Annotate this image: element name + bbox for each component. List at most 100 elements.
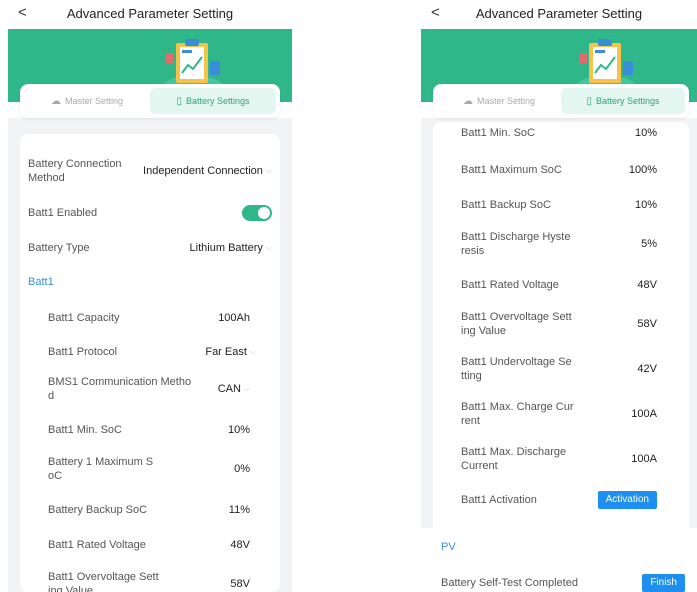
list-item[interactable]: Batt1 Overvoltage Sett ing Value 58V <box>48 569 250 592</box>
tab-battery-settings[interactable]: ▯ Battery Settings <box>150 88 276 114</box>
top-bar: < Advanced Parameter Setting <box>8 0 292 29</box>
finish-button[interactable]: Finish <box>642 574 685 592</box>
row-label: Batt1 Max. Discharge Current <box>461 446 567 472</box>
list-item[interactable]: Batt1 Maximum SoC 100% <box>461 161 657 179</box>
list-item[interactable]: Battery 1 Maximum S oC 0% <box>48 454 250 484</box>
connection-method-row[interactable]: Battery Connection Method Independent Co… <box>28 156 272 186</box>
row-label: Batt1 Overvoltage Sett ing Value <box>461 311 572 337</box>
self-test-label: Battery Self-Test Completed <box>441 577 578 589</box>
list-item[interactable]: Batt1 Rated Voltage 48V <box>461 276 657 294</box>
self-test-row: Battery Self-Test Completed Finish <box>441 573 685 592</box>
battery-type-text: Lithium Battery <box>189 242 263 254</box>
list-item[interactable]: Batt1 Capacity 100Ah <box>48 309 250 327</box>
row-label: BMS1 Communication Metho d <box>48 376 192 402</box>
page-title: Advanced Parameter Setting <box>66 6 234 21</box>
tab-master-setting[interactable]: ☁ Master Setting <box>437 88 561 114</box>
finish-button-wrap: Finish <box>642 574 685 592</box>
row-label: Batt1 Undervoltage Se tting <box>461 356 572 382</box>
list-item[interactable]: Batt1 Min. SoC 10% <box>48 421 250 439</box>
tab-label: Battery Settings <box>595 96 660 106</box>
row-value: 100Ah <box>218 312 250 324</box>
row-value: 0% <box>234 463 250 475</box>
row-label: Batt1 Min. SoC <box>48 424 122 436</box>
section-title-batt1: Batt1 <box>28 276 54 288</box>
batt1-enabled-toggle[interactable] <box>242 205 272 221</box>
row-label: Battery Backup SoC <box>48 504 148 516</box>
list-item[interactable]: Batt1 Protocol Far East ⌵ <box>48 343 256 361</box>
row-label: Batt1 Protocol <box>48 346 118 358</box>
list-item[interactable]: Batt1 Rated Voltage 48V <box>48 536 250 554</box>
tab-master-setting[interactable]: ☁ Master Setting <box>24 88 150 114</box>
list-item[interactable]: Batt1 Discharge Hyste resis 5% <box>461 229 657 259</box>
row-value: 5% <box>641 238 657 250</box>
row-label: Batt1 Rated Voltage <box>48 539 146 551</box>
chevron-down-icon: ⌵ <box>243 384 250 393</box>
battery-icon: ▯ <box>586 95 592 107</box>
batt1-enabled-label: Batt1 Enabled <box>28 207 98 219</box>
connection-method-value[interactable]: Independent Connection ⌵ <box>143 165 272 177</box>
row-value: 10% <box>634 127 657 139</box>
row-label: Batt1 Maximum SoC <box>461 164 562 176</box>
cloud-icon: ☁ <box>462 95 473 107</box>
list-item[interactable]: Batt1 Backup SoC 10% <box>461 196 657 214</box>
row-value: 100A <box>631 453 657 465</box>
tab-label: Battery Settings <box>185 96 250 106</box>
row-label: Battery 1 Maximum S oC <box>48 456 154 482</box>
row-label: Batt1 Min. SoC <box>461 127 535 139</box>
battery-type-row[interactable]: Battery Type Lithium Battery ⌵ <box>28 239 272 257</box>
batt1-enabled-toggle-wrap <box>242 205 272 221</box>
row-value: 48V <box>230 539 250 551</box>
row-value[interactable]: Far East ⌵ <box>205 346 256 358</box>
settings-tabs: ☁ Master Setting ▯ Battery Settings <box>433 84 689 118</box>
row-label: Batt1 Backup SoC <box>461 199 551 211</box>
row-value: 58V <box>230 578 250 590</box>
chevron-down-icon: ⌵ <box>265 166 272 175</box>
battery-type-value[interactable]: Lithium Battery ⌵ <box>190 242 272 254</box>
row-value: 100A <box>631 408 657 420</box>
right-screen: < Advanced Parameter Setting Batt1 Min. … <box>421 0 697 592</box>
page-title: Advanced Parameter Setting <box>475 6 643 21</box>
chevron-down-icon: ⌵ <box>265 243 272 252</box>
settings-card: Batt1 Min. SoC 10% Batt1 Maximum SoC 100… <box>433 122 689 592</box>
row-value: 42V <box>637 363 657 375</box>
row-label: Batt1 Discharge Hyste resis <box>461 231 571 257</box>
row-value: 10% <box>634 199 657 211</box>
top-bar: < Advanced Parameter Setting <box>421 0 697 29</box>
activation-row: Batt1 Activation Activation <box>461 489 657 511</box>
activation-label: Batt1 Activation <box>461 494 537 506</box>
connection-method-label: Battery Connection Method <box>28 158 122 184</box>
batt1-enabled-row: Batt1 Enabled <box>28 204 272 222</box>
chevron-down-icon: ⌵ <box>249 347 256 356</box>
row-value: 48V <box>637 279 657 291</box>
settings-card: Battery Connection Method Independent Co… <box>20 134 280 592</box>
list-item[interactable]: Batt1 Min. SoC 10% <box>461 126 657 140</box>
row-value-text: Far East <box>205 346 247 358</box>
settings-tabs: ☁ Master Setting ▯ Battery Settings <box>20 84 280 118</box>
battery-type-label: Battery Type <box>28 242 90 254</box>
section-title-pv: PV <box>441 541 456 553</box>
row-label: Batt1 Max. Charge Cur rent <box>461 401 574 427</box>
row-label: Batt1 Overvoltage Sett ing Value <box>48 571 159 592</box>
row-label: Batt1 Rated Voltage <box>461 279 559 291</box>
row-label: Batt1 Capacity <box>48 312 120 324</box>
row-value: 11% <box>228 504 250 516</box>
left-screen: < Advanced Parameter Setting ☁ Master Se… <box>8 0 292 592</box>
connection-method-text: Independent Connection <box>143 165 263 177</box>
cloud-icon: ☁ <box>50 95 61 107</box>
list-item[interactable]: Battery Backup SoC 11% <box>48 501 250 519</box>
list-item[interactable]: Batt1 Undervoltage Se tting 42V <box>461 354 657 384</box>
list-item[interactable]: BMS1 Communication Metho d CAN ⌵ <box>48 374 256 404</box>
list-item[interactable]: Batt1 Overvoltage Sett ing Value 58V <box>461 309 657 339</box>
list-item[interactable]: Batt1 Max. Discharge Current 100A <box>461 444 657 474</box>
tab-label: Master Setting <box>476 96 536 106</box>
tab-label: Master Setting <box>64 96 124 106</box>
activation-button-wrap: Activation <box>597 491 657 509</box>
list-item[interactable]: Batt1 Max. Charge Cur rent 100A <box>461 399 657 429</box>
activation-button[interactable]: Activation <box>597 491 657 509</box>
row-value: 58V <box>637 318 657 330</box>
tab-battery-settings[interactable]: ▯ Battery Settings <box>561 88 685 114</box>
row-value-text: CAN <box>217 383 241 395</box>
row-value: 100% <box>628 164 657 176</box>
row-value[interactable]: CAN ⌵ <box>218 383 250 395</box>
battery-icon: ▯ <box>176 95 182 107</box>
